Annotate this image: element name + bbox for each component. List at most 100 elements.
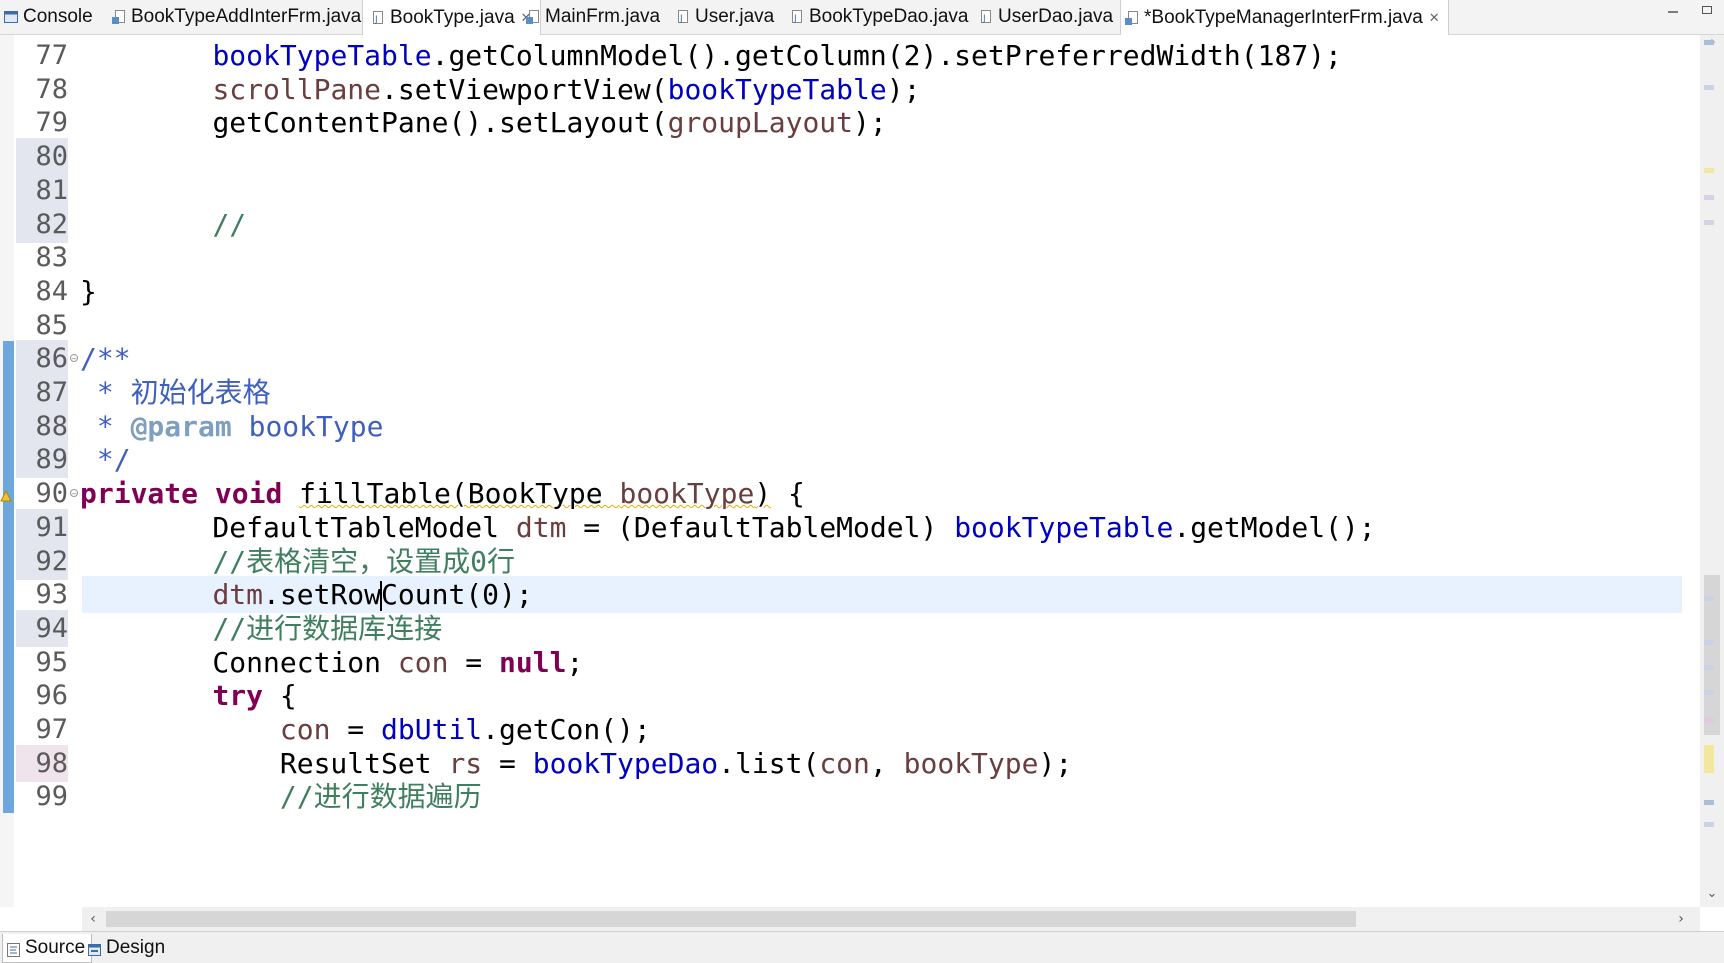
code-text-area[interactable]: private void fillTable(BookType bookType… bbox=[80, 475, 1682, 512]
scroll-left-icon[interactable]: ‹ bbox=[84, 909, 102, 929]
code-line[interactable]: 77 bookTypeTable.getColumnModel().getCol… bbox=[0, 37, 1700, 74]
code-text-area[interactable]: // bbox=[82, 206, 1682, 243]
maximize-icon[interactable] bbox=[1700, 2, 1714, 16]
code-line[interactable]: 93 dtm.setRowCount(0); bbox=[0, 576, 1700, 614]
code-text-area[interactable]: * @param bookType bbox=[82, 408, 1682, 445]
overview-ruler-mark[interactable] bbox=[1704, 665, 1714, 670]
tab-mainfrm[interactable]: MainFrm.java bbox=[526, 0, 660, 34]
code-line[interactable]: 88 * @param bookType bbox=[0, 407, 1700, 445]
tab-source[interactable]: Source bbox=[2, 934, 93, 963]
tab-booktype[interactable]: J BookType.java ✕ bbox=[362, 0, 541, 35]
code-editor[interactable]: 77 bookTypeTable.getColumnModel().getCol… bbox=[0, 35, 1700, 907]
code-text-area[interactable] bbox=[82, 138, 1682, 175]
warning-icon[interactable] bbox=[0, 487, 12, 502]
overview-ruler-mark[interactable] bbox=[1704, 85, 1714, 90]
code-line[interactable]: 87 * 初始化表格 bbox=[0, 374, 1700, 411]
code-line[interactable]: 86−/** bbox=[0, 340, 1700, 378]
scroll-down-icon[interactable]: ⌄ bbox=[1704, 885, 1720, 903]
code-line[interactable]: 96 try { bbox=[0, 677, 1700, 714]
overview-ruler-mark[interactable] bbox=[1704, 596, 1714, 601]
code-line[interactable]: 94 //进行数据库连接 bbox=[0, 609, 1700, 647]
code-text-area[interactable]: } bbox=[80, 273, 1682, 310]
overview-ruler-mark[interactable] bbox=[1704, 640, 1714, 645]
code-token: ); bbox=[853, 106, 887, 140]
code-line[interactable]: 79 getContentPane().setLayout(groupLayou… bbox=[0, 104, 1700, 141]
code-text-area[interactable] bbox=[82, 307, 1682, 344]
code-token: null bbox=[499, 645, 567, 679]
code-text-area[interactable]: bookTypeTable.getColumnModel().getColumn… bbox=[82, 37, 1682, 74]
code-text-area[interactable] bbox=[82, 239, 1682, 276]
code-text-area[interactable]: //表格清空，设置成0行 bbox=[82, 543, 1682, 580]
overview-ruler-mark[interactable] bbox=[1704, 800, 1714, 805]
code-text-area[interactable]: getContentPane().setLayout(groupLayout); bbox=[82, 104, 1682, 141]
tab-booktypeaddinterfrm[interactable]: BookTypeAddInterFrm.java bbox=[112, 0, 361, 34]
vertical-scrollbar[interactable]: ⌃ ⌄ bbox=[1700, 35, 1724, 907]
code-text-area[interactable]: Connection con = null; bbox=[82, 644, 1682, 681]
tab-userdao[interactable]: J UserDao.java bbox=[979, 0, 1113, 34]
code-text-area[interactable]: scrollPane.setViewportView(bookTypeTable… bbox=[82, 71, 1682, 108]
code-line[interactable]: 98 ResultSet rs = bookTypeDao.list(con, … bbox=[0, 744, 1700, 782]
code-text-area[interactable]: dtm.setRowCount(0); bbox=[82, 576, 1682, 614]
code-text-area[interactable] bbox=[82, 172, 1682, 209]
design-icon bbox=[88, 941, 101, 956]
code-token: bookTypeDao bbox=[532, 746, 719, 780]
overview-ruler-mark[interactable] bbox=[1704, 168, 1714, 173]
code-text-area[interactable]: //进行数据库连接 bbox=[82, 610, 1682, 647]
overview-ruler-mark[interactable] bbox=[1704, 745, 1714, 773]
code-line[interactable]: 91 DefaultTableModel dtm = (DefaultTable… bbox=[0, 508, 1700, 546]
overview-ruler-mark[interactable] bbox=[1704, 220, 1714, 225]
code-text: /** bbox=[80, 340, 131, 377]
code-text: //进行数据遍历 bbox=[145, 778, 482, 815]
overview-ruler-mark[interactable] bbox=[1704, 822, 1714, 827]
overview-ruler-mark[interactable] bbox=[1704, 195, 1714, 200]
overview-ruler-mark[interactable] bbox=[1704, 690, 1714, 695]
code-token: .getModel(); bbox=[1173, 510, 1376, 544]
code-token: ); bbox=[1038, 746, 1073, 780]
horizontal-scrollbar[interactable]: ‹ › bbox=[82, 907, 1700, 931]
horizontal-scroll-thumb[interactable] bbox=[106, 911, 1356, 927]
close-icon[interactable]: ✕ bbox=[1429, 10, 1440, 26]
code-text-area[interactable]: */ bbox=[82, 441, 1682, 478]
code-line[interactable]: 78 scrollPane.setViewportView(bookTypeTa… bbox=[0, 71, 1700, 108]
code-token: scrollPane bbox=[212, 72, 382, 106]
scroll-right-icon[interactable]: › bbox=[1672, 909, 1690, 929]
tab-design[interactable]: Design bbox=[84, 934, 171, 962]
code-line[interactable]: 82 // bbox=[0, 205, 1700, 243]
code-text: dtm.setRowCount(0); bbox=[145, 576, 533, 613]
tab-user[interactable]: J User.java bbox=[676, 0, 774, 34]
svg-text:J: J bbox=[793, 14, 797, 24]
code-token: //表格清空，设置成0行 bbox=[212, 544, 516, 578]
code-line[interactable]: 90− private void fillTable(BookType bookT… bbox=[0, 475, 1700, 512]
code-line[interactable]: 80 bbox=[0, 138, 1700, 176]
code-text-area[interactable]: ResultSet rs = bookTypeDao.list(con, boo… bbox=[82, 745, 1682, 782]
code-text-area[interactable]: DefaultTableModel dtm = (DefaultTableMod… bbox=[82, 509, 1682, 546]
tab-console[interactable]: Console bbox=[4, 0, 93, 34]
tab-booktypemanagerinterfrm[interactable]: *BookTypeManagerInterFrm.java ✕ bbox=[1120, 0, 1449, 35]
code-line[interactable]: 92 //表格清空，设置成0行 bbox=[0, 542, 1700, 580]
code-line[interactable]: 85 bbox=[0, 307, 1700, 344]
overview-ruler-mark[interactable] bbox=[1704, 718, 1714, 723]
overview-ruler-mark[interactable] bbox=[1704, 40, 1714, 45]
code-line[interactable]: 84} bbox=[0, 273, 1700, 310]
code-line[interactable]: 95 Connection con = null; bbox=[0, 644, 1700, 681]
code-line[interactable]: 83 bbox=[0, 239, 1700, 276]
code-text: */ bbox=[80, 441, 131, 478]
tab-booktypedao[interactable]: J BookTypeDao.java bbox=[790, 0, 969, 34]
code-text-area[interactable]: con = dbUtil.getCon(); bbox=[82, 711, 1682, 748]
code-text-area[interactable]: * 初始化表格 bbox=[82, 374, 1682, 411]
code-text: try { bbox=[145, 677, 296, 714]
code-line[interactable]: 97 con = dbUtil.getCon(); bbox=[0, 711, 1700, 748]
code-text: * 初始化表格 bbox=[80, 374, 271, 411]
code-line[interactable]: 99 //进行数据遍历 bbox=[0, 778, 1700, 815]
code-text-area[interactable]: /** bbox=[80, 340, 1682, 377]
minimize-icon[interactable] bbox=[1666, 2, 1680, 16]
fold-toggle-icon[interactable]: − bbox=[70, 489, 78, 498]
line-number: 84 bbox=[35, 275, 68, 307]
code-line[interactable]: 89 */ bbox=[0, 441, 1700, 479]
code-text-area[interactable]: try { bbox=[82, 677, 1682, 714]
code-text-area[interactable]: //进行数据遍历 bbox=[82, 778, 1682, 815]
code-line[interactable]: 81 bbox=[0, 171, 1700, 209]
fold-toggle-icon[interactable]: − bbox=[70, 354, 78, 363]
